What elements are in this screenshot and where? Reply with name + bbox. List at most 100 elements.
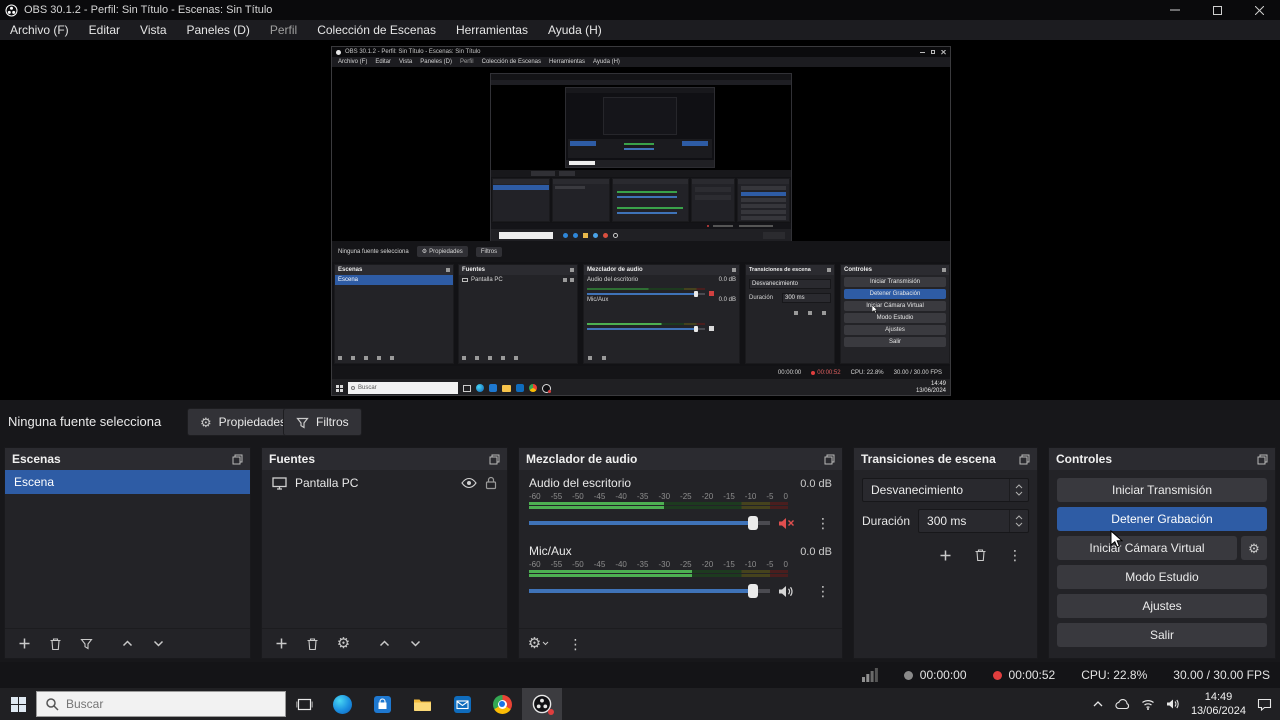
minimize-button[interactable] bbox=[1154, 0, 1196, 20]
taskbar-clock[interactable]: 14:49 13/06/2024 bbox=[1191, 690, 1246, 719]
menu-ayuda[interactable]: Ayuda (H) bbox=[538, 20, 612, 40]
mini-block bbox=[707, 225, 709, 227]
mute-speaker-icon[interactable] bbox=[778, 517, 795, 530]
store-taskbar-button[interactable] bbox=[362, 688, 402, 720]
chrome-taskbar-button[interactable] bbox=[482, 688, 522, 720]
studio-mode-button[interactable]: Modo Estudio bbox=[1057, 565, 1267, 589]
remove-source-button[interactable] bbox=[297, 632, 328, 656]
notification-center-icon[interactable] bbox=[1257, 698, 1272, 711]
mini-block bbox=[566, 88, 714, 93]
channel-options-dots-icon[interactable]: ⋮ bbox=[814, 584, 832, 598]
no-source-label: Ninguna fuente selecciona bbox=[8, 414, 162, 429]
add-scene-button[interactable] bbox=[9, 632, 40, 656]
mini-obs-logo-icon bbox=[336, 49, 341, 55]
recording-dot bbox=[992, 670, 1002, 680]
mini-slider-handle bbox=[694, 326, 698, 332]
sources-dock-title: Fuentes bbox=[269, 452, 316, 466]
scene-list-item[interactable]: Escena bbox=[5, 470, 250, 494]
dock-popout-icon[interactable] bbox=[489, 454, 500, 465]
menu-coleccion-escenas[interactable]: Colección de Escenas bbox=[307, 20, 446, 40]
channel-level: 0.0 dB bbox=[800, 546, 832, 558]
source-list-item[interactable]: Pantalla PC bbox=[262, 470, 507, 496]
dock-popout-icon[interactable] bbox=[1019, 454, 1030, 465]
volume-slider-handle[interactable] bbox=[748, 584, 759, 598]
taskbar-search-box[interactable] bbox=[36, 691, 286, 717]
sources-dock: Fuentes Pantalla PC ⚙ bbox=[261, 447, 508, 659]
start-button[interactable] bbox=[0, 688, 36, 720]
file-explorer-taskbar-button[interactable] bbox=[402, 688, 442, 720]
transition-select[interactable]: Desvanecimiento bbox=[862, 478, 1029, 502]
add-source-button[interactable] bbox=[266, 632, 297, 656]
remove-scene-button[interactable] bbox=[40, 632, 71, 656]
menu-editar[interactable]: Editar bbox=[79, 20, 130, 40]
mini-mail-icon bbox=[516, 384, 524, 392]
taskbar: 14:49 13/06/2024 bbox=[0, 688, 1280, 720]
mini-block bbox=[569, 161, 595, 165]
scenes-dock: Escenas Escena bbox=[4, 447, 251, 659]
mail-taskbar-button[interactable] bbox=[442, 688, 482, 720]
tick-label: -5 bbox=[766, 560, 774, 569]
menu-vista[interactable]: Vista bbox=[130, 20, 176, 40]
move-source-up-button[interactable] bbox=[369, 632, 400, 656]
spinbox-stepper-icons[interactable] bbox=[1009, 510, 1028, 532]
remove-transition-button[interactable] bbox=[966, 543, 994, 567]
mini-edge-icon bbox=[476, 384, 484, 392]
dock-popout-icon[interactable] bbox=[1257, 454, 1268, 465]
mail-icon bbox=[453, 695, 471, 713]
start-virtual-camera-button[interactable]: Iniciar Cámara Virtual bbox=[1057, 536, 1237, 560]
transition-options-dots-icon[interactable]: ⋮ bbox=[1001, 543, 1029, 567]
edge-taskbar-button[interactable] bbox=[322, 688, 362, 720]
volume-slider[interactable] bbox=[529, 584, 770, 598]
menu-archivo[interactable]: Archivo (F) bbox=[0, 20, 79, 40]
add-transition-button[interactable] bbox=[931, 543, 959, 567]
move-scene-up-button[interactable] bbox=[112, 632, 143, 656]
obs-taskbar-button[interactable] bbox=[522, 688, 562, 720]
exit-button[interactable]: Salir bbox=[1057, 623, 1267, 647]
volume-tray-icon[interactable] bbox=[1166, 698, 1180, 710]
scene-filters-button[interactable] bbox=[71, 632, 102, 656]
scenes-dock-title: Escenas bbox=[12, 452, 61, 466]
visibility-eye-icon[interactable] bbox=[461, 477, 477, 489]
network-wifi-icon[interactable] bbox=[1141, 699, 1155, 710]
close-button[interactable] bbox=[1238, 0, 1280, 20]
mini-mixer-dock: Mezclador de audio Audio del escritorio 0… bbox=[583, 264, 740, 364]
onedrive-cloud-icon[interactable] bbox=[1115, 698, 1130, 710]
search-input[interactable] bbox=[66, 697, 256, 711]
menu-herramientas[interactable]: Herramientas bbox=[446, 20, 538, 40]
duration-spinbox[interactable]: 300 ms bbox=[918, 509, 1029, 533]
volume-slider[interactable] bbox=[529, 516, 770, 530]
recording-indicator-dot bbox=[548, 709, 554, 715]
source-properties-gear-icon[interactable]: ⚙ bbox=[328, 632, 359, 656]
speaker-icon[interactable] bbox=[778, 585, 795, 598]
menu-paneles[interactable]: Paneles (D) bbox=[177, 20, 260, 40]
mixer-options-dots-icon[interactable]: ⋮ bbox=[560, 632, 591, 656]
menu-perfil[interactable]: Perfil bbox=[260, 20, 307, 40]
mini-start-icon bbox=[336, 384, 343, 392]
select-stepper-icons[interactable] bbox=[1009, 479, 1028, 501]
stream-status-dot bbox=[903, 670, 913, 680]
preview-canvas[interactable]: OBS 30.1.2 - Perfil: Sin Título - Escena… bbox=[0, 40, 1280, 400]
start-streaming-button[interactable]: Iniciar Transmisión bbox=[1057, 478, 1267, 502]
advanced-audio-gear-icon[interactable]: ⚙ bbox=[523, 632, 554, 656]
window-title: OBS 30.1.2 - Perfil: Sin Título - Escena… bbox=[24, 4, 273, 16]
mini-properties-button: ⚙ Propiedades bbox=[416, 246, 468, 257]
tray-chevron-up-icon[interactable] bbox=[1092, 700, 1104, 708]
dock-popout-icon[interactable] bbox=[232, 454, 243, 465]
mini-block bbox=[741, 186, 786, 190]
dock-popout-icon[interactable] bbox=[824, 454, 835, 465]
channel-options-dots-icon[interactable]: ⋮ bbox=[814, 516, 832, 530]
tick-label: -55 bbox=[550, 560, 563, 569]
volume-slider-handle[interactable] bbox=[748, 516, 759, 530]
task-view-button[interactable] bbox=[286, 688, 322, 720]
settings-button[interactable]: Ajustes bbox=[1057, 594, 1267, 618]
move-scene-down-button[interactable] bbox=[143, 632, 174, 656]
maximize-button[interactable] bbox=[1196, 0, 1238, 20]
tick-label: -15 bbox=[723, 560, 735, 569]
filters-button[interactable]: Filtros bbox=[283, 408, 362, 436]
mini-block bbox=[491, 170, 791, 177]
mini-block bbox=[741, 198, 786, 202]
move-source-down-button[interactable] bbox=[400, 632, 431, 656]
virtual-camera-gear-icon[interactable]: ⚙ bbox=[1241, 536, 1267, 560]
lock-icon[interactable] bbox=[485, 476, 497, 490]
stop-recording-button[interactable]: Detener Grabación bbox=[1057, 507, 1267, 531]
